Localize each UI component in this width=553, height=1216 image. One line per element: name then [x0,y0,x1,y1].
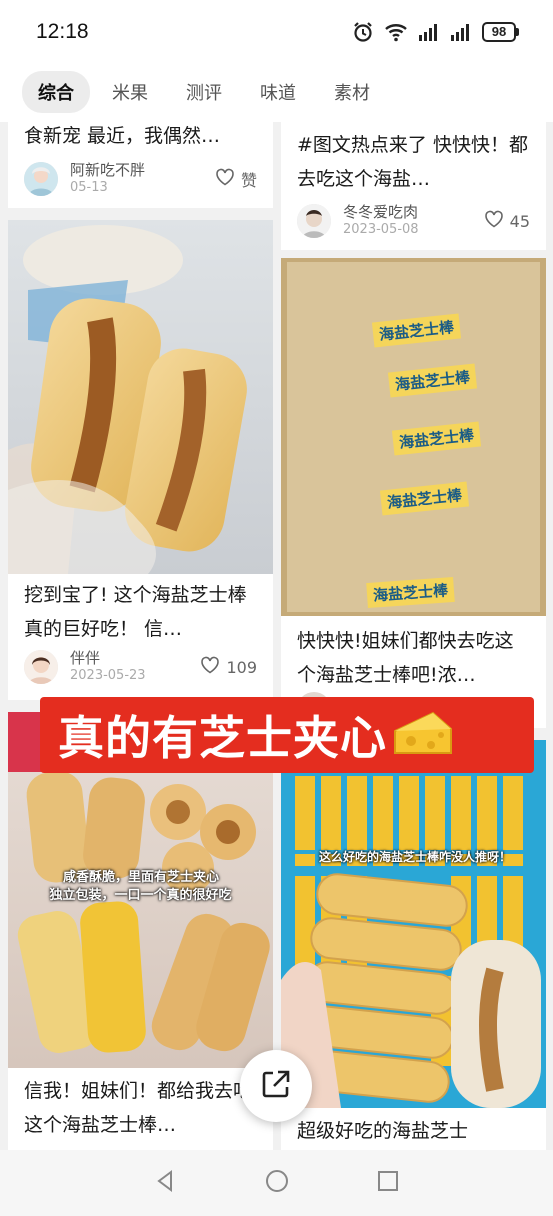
like-button[interactable]: 45 [484,210,530,232]
author-name[interactable]: 阿新吃不胖 [70,161,215,179]
package-label: 海盐芝士棒 [387,363,478,398]
tab-flavor[interactable]: 味道 [244,71,312,113]
share-button[interactable] [240,1050,312,1122]
avatar[interactable] [24,650,58,684]
card-title: 食新宠 最近，我偶然… [24,125,221,147]
back-triangle-icon [154,1169,178,1197]
image-caption: 这么好吃的海盐芝士棒咋没人推呀！ [318,850,511,864]
tab-rice-cracker[interactable]: 米果 [96,71,164,113]
post-date: 05-13 [70,180,108,195]
like-button[interactable]: 赞 [215,167,257,191]
battery-indicator: 98 [482,22,519,42]
card-title: 快快快!姐妹们都快去吃这个海盐芝士棒吧!浓… [297,630,514,686]
card-title: #图文热点来了 快快快！都去吃这个海盐… [297,134,528,190]
like-count: 45 [509,211,530,231]
recents-square-icon [376,1169,400,1197]
avatar[interactable] [24,162,58,196]
alarm-icon [352,21,374,43]
card-title: 超级好吃的海盐芝士 [297,1120,469,1142]
tab-review[interactable]: 测评 [170,71,238,113]
author-name[interactable]: 伴伴 [70,649,200,667]
heart-icon [215,168,235,190]
card-title: 信我！姐妹们！都给我去吃这个海盐芝士棒… [24,1080,253,1136]
signal-icon-1 [418,23,440,41]
image-caption: 咸香酥脆，里面有芝士夹心 [62,870,219,885]
heart-icon [484,210,504,232]
package-label: 海盐芝士棒 [391,421,482,456]
card-image[interactable]: 海盐芝士棒 海盐芝士棒 海盐芝士棒 海盐芝士棒 海盐芝士棒 [281,258,546,616]
battery-level: 98 [482,22,516,42]
note-card-6[interactable]: 这么好吃的海盐芝士棒咋没人推呀！ 超级好吃的海盐芝士 [281,740,546,1152]
wifi-icon [384,22,408,42]
author-block: 阿新吃不胖 05-13 [70,161,215,197]
recents-button[interactable] [363,1158,413,1208]
post-date: 2023-05-23 [70,668,146,683]
status-bar: 12:18 98 [0,0,553,62]
note-card-1[interactable]: 食新宠 最近，我偶然… 阿新吃不胖 05-13 赞 [8,122,273,208]
card-meta: 冬冬爱吃肉 2023-05-08 45 [281,196,546,246]
like-count: 109 [226,657,257,677]
tab-comprehensive[interactable]: 综合 [22,71,90,113]
battery-tip [516,28,519,36]
note-card-2[interactable]: #图文热点来了 快快快！都去吃这个海盐… 冬冬爱吃肉 2023-05-08 45 [281,122,546,250]
card-meta: 伴伴 2023-05-23 109 [8,644,273,690]
filter-tab-bar: 综合 米果 测评 味道 素材 [0,62,553,122]
heart-icon [200,656,220,678]
note-card-3[interactable]: 挖到宝了! 这个海盐芝士棒真的巨好吃！ 信… 伴伴 2023-05-23 109 [8,220,273,700]
note-card-5[interactable]: 咸香酥脆，里面有芝士夹心 独立包装，一口一个真的很好吃 信我！姐妹们！都给我去吃… [8,712,273,1152]
status-icons: 98 [352,20,519,44]
status-time: 12:18 [36,20,89,43]
share-icon [259,1067,293,1105]
signal-icon-2 [450,23,472,41]
overlay-text: 真的有芝士夹心 [58,711,387,765]
cheese-icon [391,707,455,763]
author-name[interactable]: 冬冬爱吃肉 [343,203,484,221]
tab-material[interactable]: 素材 [318,71,386,113]
card-image[interactable]: 这么好吃的海盐芝士棒咋没人推呀！ [281,740,546,1108]
overlay-banner: 真的有芝士夹心 [40,697,534,773]
home-circle-icon [264,1168,290,1198]
package-label: 海盐芝士棒 [366,576,455,609]
post-date: 2023-05-08 [343,222,419,237]
author-block: 冬冬爱吃肉 2023-05-08 [343,203,484,239]
home-button[interactable] [252,1158,302,1208]
like-count: 赞 [240,171,257,190]
avatar[interactable] [297,204,331,238]
note-card-4[interactable]: 海盐芝士棒 海盐芝士棒 海盐芝士棒 海盐芝士棒 海盐芝士棒 快快快!姐妹们都快去… [281,258,546,728]
card-title: 挖到宝了! 这个海盐芝士棒真的巨好吃！ 信… [24,584,247,640]
package-label: 海盐芝士棒 [379,481,470,516]
author-block: 伴伴 2023-05-23 [70,649,200,685]
image-caption: 独立包装，一口一个真的很好吃 [49,888,232,903]
system-nav-bar [0,1150,553,1216]
card-image[interactable] [8,220,273,574]
like-button[interactable]: 109 [200,656,257,678]
back-button[interactable] [141,1158,191,1208]
card-meta: 阿新吃不胖 05-13 赞 [8,154,273,204]
package-label: 海盐芝士棒 [371,313,462,348]
